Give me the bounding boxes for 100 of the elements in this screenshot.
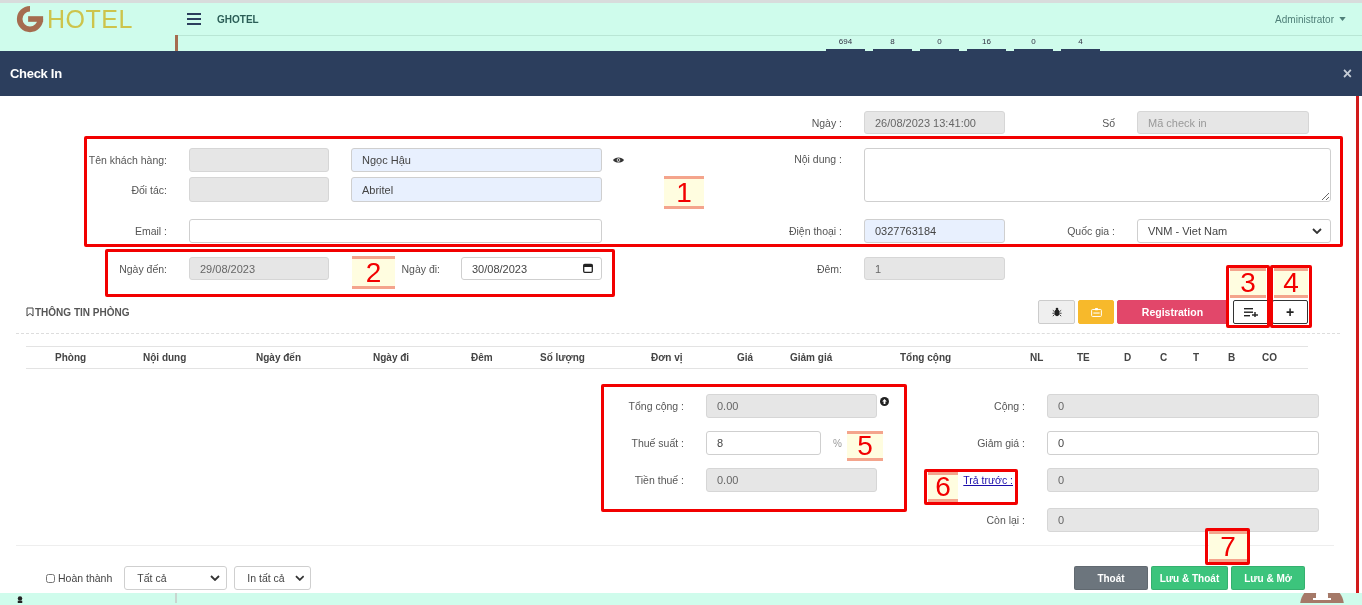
text-field[interactable]: 0.00: [706, 468, 877, 492]
field-label: Tổng cộng :: [628, 400, 685, 412]
field-label: Giảm giá :: [977, 437, 1026, 449]
field-label: Tiền thuế :: [634, 474, 685, 486]
menu-icon[interactable]: [187, 13, 201, 25]
column-header: Đơn vị: [644, 346, 730, 369]
stat-count: 0: [1030, 37, 1037, 46]
stat-count: 4: [1077, 37, 1084, 46]
annotation-number: 1: [664, 176, 704, 209]
text-field[interactable]: 0: [1047, 508, 1319, 532]
text-field[interactable]: 0.00: [706, 394, 877, 418]
field-label: Cộng :: [994, 400, 1026, 412]
field-label: Quốc gia :: [1067, 225, 1116, 237]
add-list-button[interactable]: [1233, 300, 1269, 324]
email-field[interactable]: [189, 219, 602, 243]
user-menu[interactable]: Administrator: [1275, 13, 1346, 25]
content-field[interactable]: [864, 148, 1331, 202]
registration-button[interactable]: Registration: [1117, 300, 1228, 324]
site-title: GHOTEL: [217, 13, 259, 25]
column-header: CO: [1255, 346, 1308, 369]
text-field[interactable]: 26/08/2023 13:41:00: [864, 111, 1005, 134]
column-header: Đêm: [464, 346, 533, 369]
column-header: Phòng: [48, 346, 136, 369]
caret-icon: [1339, 17, 1346, 21]
calendar-icon[interactable]: [583, 263, 593, 273]
exit-button[interactable]: Thoát: [1074, 566, 1148, 590]
column-header: C: [1153, 346, 1186, 369]
text-field[interactable]: [189, 177, 329, 202]
field-label: Tên khách hàng:: [88, 154, 168, 166]
id-card-icon: [1090, 307, 1102, 317]
column-header: Giá: [730, 346, 783, 369]
completed-checkbox[interactable]: [46, 573, 55, 583]
prepaid-link[interactable]: Trả trước :: [963, 474, 1013, 486]
annotation-number: 3: [1230, 268, 1266, 298]
field-label: Ngày đi:: [401, 262, 441, 275]
date-field[interactable]: 30/08/2023: [461, 257, 602, 280]
text-field[interactable]: [189, 148, 329, 172]
annotation-number: 4: [1274, 268, 1308, 298]
text-field[interactable]: Abritel: [351, 177, 602, 202]
logo-text: HOTEL: [47, 4, 133, 34]
chevron-down-icon: [1312, 228, 1322, 234]
stat-count: 694: [837, 37, 854, 46]
column-header: TE: [1070, 346, 1117, 369]
eye-icon[interactable]: [613, 156, 624, 164]
date-field[interactable]: 29/08/2023: [189, 257, 329, 280]
field-label: Nội dung :: [794, 152, 843, 165]
percent-sign: %: [833, 437, 842, 449]
text-field[interactable]: 0: [1047, 431, 1319, 455]
filter-select[interactable]: Tất cả: [124, 566, 228, 590]
column-header: Ngày đến: [249, 346, 366, 369]
column-header: Tổng cộng: [893, 346, 1023, 369]
column-header: Giảm giá: [783, 346, 893, 369]
logo-icon: [14, 4, 46, 34]
country-select[interactable]: VNM - Viet Nam: [1137, 219, 1331, 243]
stat-count: 8: [889, 37, 896, 46]
column-header: Nội dung: [136, 346, 249, 369]
bug-button[interactable]: [1038, 300, 1075, 324]
chevron-down-icon: [210, 575, 221, 581]
dialog-title: Check In: [10, 66, 62, 81]
field-label: Đêm:: [816, 262, 843, 275]
field-label: Email :: [134, 225, 168, 237]
list-add-icon: [1244, 307, 1258, 317]
text-field[interactable]: Mã check in: [1137, 111, 1309, 134]
column-header: Ngày đi: [366, 346, 464, 369]
person-icon: [17, 596, 23, 603]
annotation-number: 5: [847, 431, 883, 461]
annotation-frame: [1226, 265, 1270, 328]
bug-icon: [1051, 307, 1062, 317]
column-header: Số lượng: [533, 346, 644, 369]
close-button[interactable]: ×: [1342, 65, 1352, 82]
annotation-number: 6: [928, 472, 958, 502]
annotation-frame: [1270, 265, 1312, 328]
field-label: Ngày :: [811, 116, 843, 129]
checkbox-label: Hoàn thành: [58, 572, 113, 584]
phone-field[interactable]: 0327763184: [864, 219, 1005, 243]
text-field[interactable]: 0: [1047, 468, 1319, 492]
field-label: Đối tác:: [131, 183, 168, 196]
column-header: D: [1117, 346, 1153, 369]
annotation-number: 7: [1209, 531, 1247, 562]
column-header: T: [1186, 346, 1221, 369]
stat-count: 0: [936, 37, 943, 46]
chevron-down-icon: [294, 575, 305, 581]
bookmark-icon: [26, 307, 34, 317]
text-field[interactable]: Ngọc Hậu: [351, 148, 602, 172]
text-field[interactable]: 1: [864, 257, 1005, 280]
annotation-number: 2: [352, 256, 395, 289]
add-button[interactable]: +: [1272, 300, 1308, 324]
text-field[interactable]: 0: [1047, 394, 1319, 418]
column-header: NL: [1023, 346, 1070, 369]
field-label: Còn lại :: [986, 514, 1026, 526]
section-title: THÔNG TIN PHÒNG: [35, 306, 130, 318]
stat-count: 16: [981, 37, 992, 46]
field-label: Ngày đến:: [119, 262, 168, 275]
print-select[interactable]: In tất cả: [234, 566, 312, 590]
field-label: Số: [1102, 116, 1116, 129]
upload-circle-icon[interactable]: [880, 397, 889, 406]
field-label: Thuế suất :: [631, 437, 685, 449]
column-header: B: [1221, 346, 1255, 369]
field-label: Điện thoại :: [788, 225, 843, 237]
text-field[interactable]: 8: [706, 431, 821, 455]
